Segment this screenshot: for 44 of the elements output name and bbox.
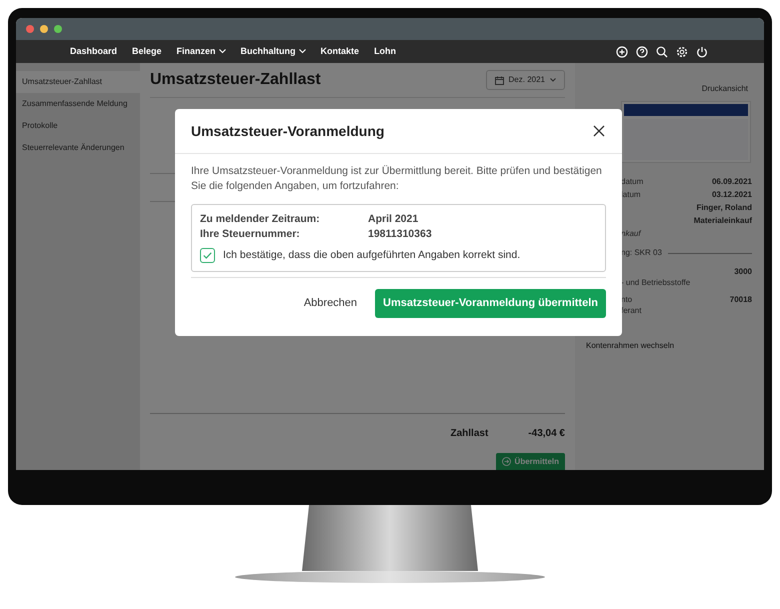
account-number: 70018: [730, 294, 752, 306]
help-icon[interactable]: [636, 46, 648, 58]
field-value: 06.09.2021: [712, 176, 752, 188]
close-button[interactable]: [592, 124, 606, 138]
nav-item[interactable]: Belege: [132, 44, 162, 58]
account-name: - und Betriebsstoffe: [621, 277, 692, 288]
check-icon: [203, 252, 212, 260]
transmit-button[interactable]: Umsatzsteuer-Voranmeldung übermitteln: [375, 288, 606, 318]
nav-item[interactable]: Kontakte: [320, 44, 360, 58]
add-icon[interactable]: [616, 46, 628, 58]
dialog-message: Ihre Umsatzsteuer-Voranmeldung ist zur Übermittlung bereit. Bitte prüfen und bestätigen Sie die folgenden Angaben, um fortzufahren:: [191, 164, 603, 194]
page-title: Umsatzsteuer-Zahllast: [150, 70, 321, 90]
power-icon[interactable]: [696, 46, 708, 58]
arrow-circle-icon: [502, 457, 511, 466]
field-label: Zu meldender Zeitraum:: [200, 212, 321, 227]
total-amount: -43,04 €: [528, 427, 565, 441]
settings-icon[interactable]: [676, 46, 688, 58]
cancel-button[interactable]: Abbrechen: [300, 288, 362, 318]
change-chart-link[interactable]: Kontenrahmen wechseln: [586, 341, 674, 350]
confirm-label: Ich bestätige, dass die oben aufgeführten Angaben korrekt sind.: [223, 248, 520, 263]
confirm-checkbox[interactable]: [200, 248, 215, 264]
field-value: 19811310363: [368, 226, 432, 242]
submit-button[interactable]: Übermitteln: [496, 453, 565, 470]
field-value: Materialeinkauf: [694, 214, 752, 226]
caret-icon: [298, 49, 306, 54]
sidebar-item[interactable]: Umsatzsteuer-Zahllast: [16, 71, 140, 93]
print-view-link[interactable]: Druckansicht: [702, 84, 748, 93]
search-icon[interactable]: [656, 46, 668, 58]
field-label: Ihre Steuernummer:: [200, 226, 301, 242]
field-value: April 2021: [368, 212, 418, 227]
dialog-title: Umsatzsteuer-Voranmeldung: [191, 122, 384, 141]
total-label: Zahllast: [450, 427, 488, 441]
caret-icon: [218, 49, 226, 54]
period-picker[interactable]: Dez. 2021: [486, 70, 565, 90]
nav-item[interactable]: Lohn: [374, 44, 396, 58]
nav-item[interactable]: Finanzen: [176, 44, 226, 58]
field-value: 03.12.2021: [712, 188, 752, 200]
account-number: 3000: [734, 266, 752, 278]
calendar-icon: [494, 76, 504, 84]
caret-icon: [550, 78, 556, 82]
field-value: Finger, Roland: [696, 202, 752, 214]
field-label: datum: [621, 176, 644, 188]
nav-item[interactable]: Dashboard: [70, 44, 118, 58]
nav-item[interactable]: Buchhaltung: [240, 44, 306, 58]
